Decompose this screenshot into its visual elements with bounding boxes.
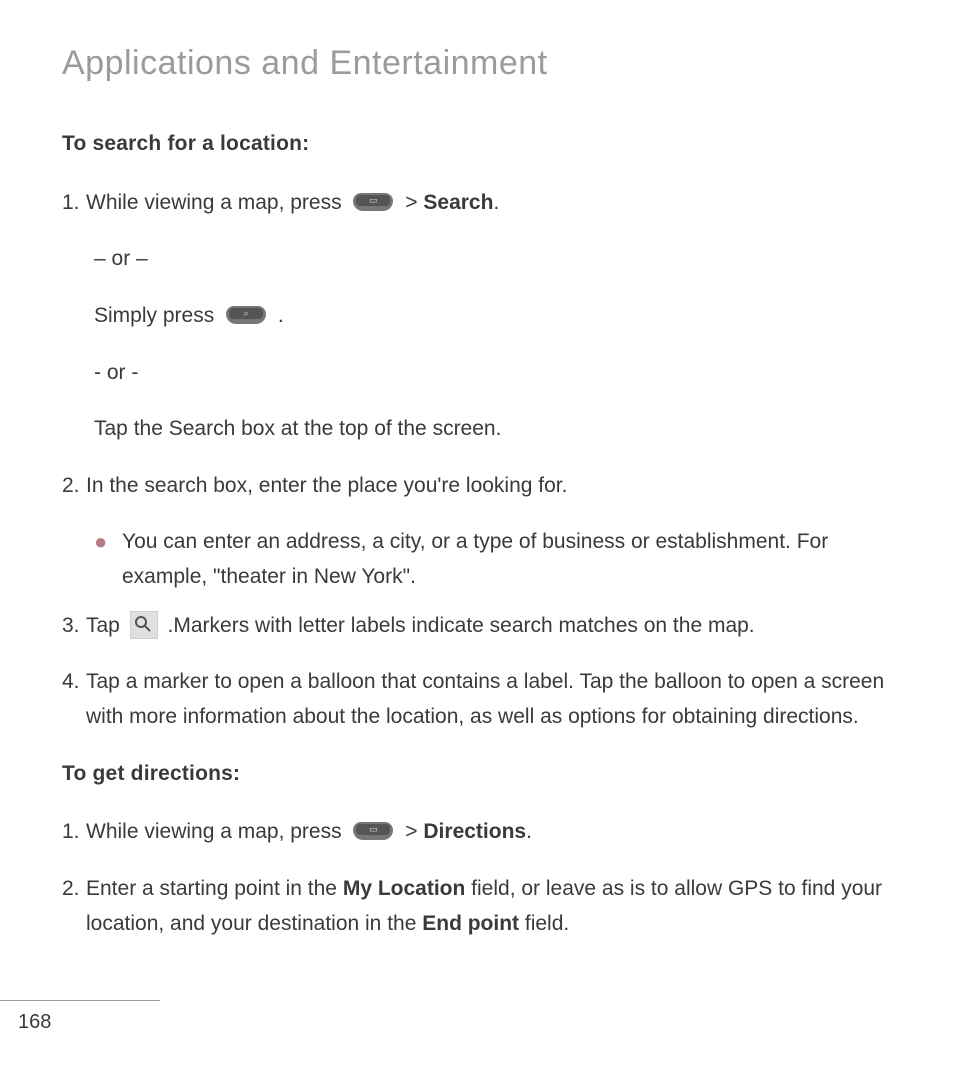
bullet-item: ● You can enter an address, a city, or a… xyxy=(62,525,892,594)
section-heading-search-location: To search for a location: xyxy=(62,127,892,162)
step-text: Tap a marker to open a balloon that cont… xyxy=(86,665,892,734)
menu-key-icon: ▭ xyxy=(353,193,393,211)
step-text: In the search box, enter the place you'r… xyxy=(86,469,892,504)
step-text: . xyxy=(526,820,532,843)
or-separator: - or - xyxy=(62,356,892,391)
step-3: 3. Tap .Markers with letter labels indic… xyxy=(62,609,892,644)
step-1: 1. While viewing a map, press ▭ > Search… xyxy=(62,186,892,221)
step-4: 4. Tap a marker to open a balloon that c… xyxy=(62,665,892,734)
document-page: Applications and Entertainment To search… xyxy=(0,0,954,1074)
page-footer: 168 xyxy=(0,1000,160,1034)
directions-step-1: 1. While viewing a map, press ▭ > Direct… xyxy=(62,815,892,850)
step-number: 4. xyxy=(62,665,86,700)
bullet-text: You can enter an address, a city, or a t… xyxy=(122,525,892,594)
menu-key-icon: ▭ xyxy=(353,822,393,840)
footer-divider xyxy=(0,1000,160,1001)
step-text: Simply press xyxy=(94,304,220,327)
or-separator: – or – xyxy=(62,242,892,277)
step-number: 2. xyxy=(62,469,86,504)
body-content: To search for a location: 1. While viewi… xyxy=(62,127,892,941)
bullet-icon: ● xyxy=(94,525,122,594)
field-my-location: My Location xyxy=(343,877,466,900)
step-number: 1. xyxy=(62,815,86,850)
menu-item-search: Search xyxy=(423,191,493,214)
step-number: 2. xyxy=(62,872,86,907)
step-text: Enter a starting point in the xyxy=(86,877,343,900)
step-2: 2. In the search box, enter the place yo… xyxy=(62,469,892,504)
step-number: 3. xyxy=(62,609,86,644)
search-key-icon: ⌕ xyxy=(226,306,266,324)
directions-step-2: 2. Enter a starting point in the My Loca… xyxy=(62,872,892,941)
page-title: Applications and Entertainment xyxy=(62,44,892,83)
alt-instruction: Tap the Search box at the top of the scr… xyxy=(62,412,892,447)
magnifier-button-icon xyxy=(130,611,158,639)
step-text: . xyxy=(278,304,284,327)
breadcrumb-separator: > xyxy=(405,191,423,214)
step-text: .Markers with letter labels indicate sea… xyxy=(168,614,755,637)
step-text: While viewing a map, press xyxy=(86,820,347,843)
menu-item-directions: Directions xyxy=(423,820,526,843)
page-number: 168 xyxy=(0,1011,160,1034)
step-text: field. xyxy=(519,912,569,935)
section-heading-get-directions: To get directions: xyxy=(62,757,892,792)
alt-instruction: Simply press ⌕ . xyxy=(62,299,892,334)
field-end-point: End point xyxy=(422,912,519,935)
step-text: While viewing a map, press xyxy=(86,191,347,214)
breadcrumb-separator: > xyxy=(405,820,423,843)
step-number: 1. xyxy=(62,186,86,221)
step-text: Tap xyxy=(86,614,126,637)
step-text: . xyxy=(493,191,499,214)
